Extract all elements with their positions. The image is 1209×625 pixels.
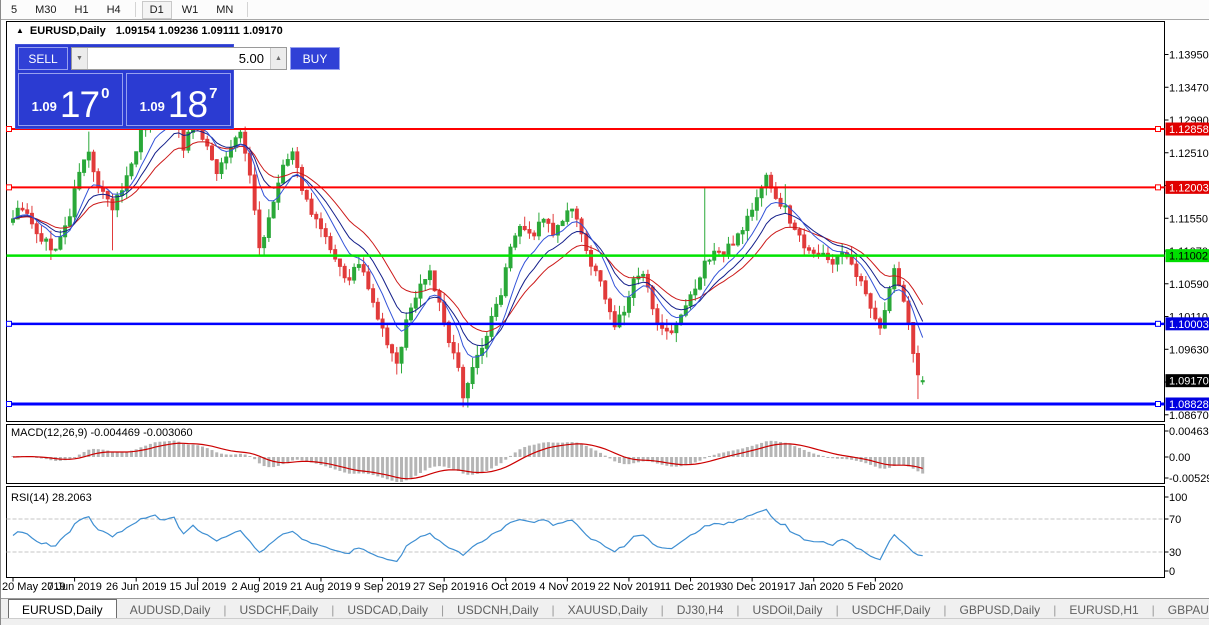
buy-price-big: 18 bbox=[167, 83, 208, 125]
svg-text:1.09630: 1.09630 bbox=[1169, 344, 1209, 356]
chart-tab-gbpusd-daily[interactable]: GBPUSD,Daily bbox=[947, 599, 1054, 620]
svg-text:27 Sep 2019: 27 Sep 2019 bbox=[413, 581, 475, 593]
svg-text:22 Nov 2019: 22 Nov 2019 bbox=[598, 581, 660, 593]
macd-indicator-label: MACD(12,26,9) -0.004469 -0.003060 bbox=[11, 427, 193, 439]
chart-tab-audusd-daily[interactable]: AUDUSD,Daily bbox=[117, 599, 224, 620]
rsi-indicator-label: RSI(14) 28.2063 bbox=[11, 492, 92, 504]
chart-ohlc-values: 1.09154 1.09236 1.09111 1.09170 bbox=[115, 25, 283, 37]
chart-tab-eurusd-h1[interactable]: EURUSD,H1 bbox=[1056, 599, 1151, 620]
timeframe-button-mn[interactable]: MN bbox=[208, 1, 241, 19]
one-click-trading-panel: SELL ▼ ▲ BUY 1.09 17 0 1.09 18 7 bbox=[15, 44, 340, 129]
svg-text:1.11002: 1.11002 bbox=[1169, 251, 1208, 263]
volume-increase-icon[interactable]: ▲ bbox=[270, 48, 286, 69]
price-axis: 1.139501.134701.129901.125101.120301.115… bbox=[1164, 50, 1209, 422]
svg-text:4 Nov 2019: 4 Nov 2019 bbox=[539, 581, 595, 593]
volume-input[interactable] bbox=[88, 48, 270, 69]
buy-price-superscript: 7 bbox=[209, 85, 218, 102]
status-bar bbox=[1, 618, 1209, 625]
svg-text:1.11550: 1.11550 bbox=[1169, 213, 1208, 225]
sell-price-superscript: 0 bbox=[101, 85, 110, 102]
price-level-labels: 1.12858 1.12003 1.11002 1.10003 1.08828 1.091… bbox=[1165, 122, 1209, 411]
sell-price-big: 17 bbox=[59, 83, 100, 125]
chart-tab-usdcnh-daily[interactable]: USDCNH,Daily bbox=[444, 599, 551, 620]
buy-price-prefix: 1.09 bbox=[139, 99, 165, 114]
date-axis: 20 May 20197 Jun 2019 26 Jun 2019 15 Jul 2… bbox=[2, 577, 903, 593]
timeframe-button-w1[interactable]: W1 bbox=[174, 1, 207, 19]
svg-text:16 Oct 2019: 16 Oct 2019 bbox=[476, 581, 536, 593]
svg-text:0.00463: 0.00463 bbox=[1169, 426, 1209, 438]
volume-stepper: ▼ ▲ bbox=[71, 47, 287, 70]
trading-terminal-window: { "toolbar": { "timeframes": ["5", "M30"… bbox=[0, 0, 1209, 625]
svg-text:1.12003: 1.12003 bbox=[1169, 182, 1209, 194]
svg-text:1.09170: 1.09170 bbox=[1169, 376, 1209, 388]
svg-text:11 Dec 2019: 11 Dec 2019 bbox=[660, 581, 722, 593]
chart-tab-usdchf-daily[interactable]: USDCHF,Daily bbox=[227, 599, 332, 620]
chart-tab-usdcad-daily[interactable]: USDCAD,Daily bbox=[334, 599, 441, 620]
svg-text:1.12858: 1.12858 bbox=[1169, 124, 1209, 136]
svg-text:15 Jul 2019: 15 Jul 2019 bbox=[169, 581, 226, 593]
timeframe-button-m30[interactable]: M30 bbox=[27, 1, 64, 19]
toolbar-separator bbox=[134, 2, 136, 17]
svg-text:5 Feb 2020: 5 Feb 2020 bbox=[847, 581, 903, 593]
svg-text:0.00: 0.00 bbox=[1169, 452, 1190, 464]
chart-tab-usdchf-daily[interactable]: USDCHF,Daily bbox=[839, 599, 944, 620]
chart-tab-eurusd-daily[interactable]: EURUSD,Daily bbox=[8, 599, 117, 620]
macd-axis: 0.00463 0.00 -0.005299 bbox=[1164, 426, 1209, 485]
svg-text:30: 30 bbox=[1169, 547, 1181, 559]
svg-text:1.10590: 1.10590 bbox=[1169, 279, 1209, 291]
svg-text:2 Aug 2019: 2 Aug 2019 bbox=[232, 581, 288, 593]
svg-text:21 Aug 2019: 21 Aug 2019 bbox=[290, 581, 352, 593]
svg-text:100: 100 bbox=[1169, 492, 1187, 504]
timeframe-button-h1[interactable]: H1 bbox=[67, 1, 97, 19]
buy-button[interactable]: BUY bbox=[290, 47, 340, 70]
chart-tab-usdoil-daily[interactable]: USDOil,Daily bbox=[740, 599, 836, 620]
sell-price-prefix: 1.09 bbox=[31, 99, 57, 114]
svg-text:-0.005299: -0.005299 bbox=[1169, 473, 1209, 485]
timeframe-button-5[interactable]: 5 bbox=[3, 1, 25, 19]
svg-text:30 Dec 2019: 30 Dec 2019 bbox=[721, 581, 783, 593]
svg-text:26 Jun 2019: 26 Jun 2019 bbox=[106, 581, 167, 593]
timeframe-button-h4[interactable]: H4 bbox=[99, 1, 129, 19]
sell-button[interactable]: SELL bbox=[18, 47, 68, 70]
svg-text:0: 0 bbox=[1169, 566, 1175, 578]
timeframe-toolbar: 5 M30 H1 H4 D1 W1 MN bbox=[1, 0, 1209, 20]
svg-text:1.10003: 1.10003 bbox=[1169, 319, 1209, 331]
collapse-panel-icon[interactable]: ▲ bbox=[16, 26, 24, 35]
chart-tab-gbpaud-h1[interactable]: GBPAUD,H1 bbox=[1155, 599, 1209, 620]
svg-text:1.12510: 1.12510 bbox=[1169, 148, 1209, 160]
svg-text:9 Sep 2019: 9 Sep 2019 bbox=[354, 581, 410, 593]
chart-title: ▲ EURUSD,Daily 1.09154 1.09236 1.09111 1.0… bbox=[16, 25, 283, 37]
timeframe-button-d1[interactable]: D1 bbox=[141, 0, 172, 19]
svg-text:1.08828: 1.08828 bbox=[1169, 399, 1209, 411]
volume-decrease-icon[interactable]: ▼ bbox=[72, 48, 88, 69]
chart-tab-xauusd-daily[interactable]: XAUUSD,Daily bbox=[555, 599, 661, 620]
svg-text:1.08670: 1.08670 bbox=[1169, 410, 1209, 422]
svg-text:1.13950: 1.13950 bbox=[1169, 50, 1209, 62]
toolbar-separator bbox=[247, 2, 249, 17]
svg-text:1.13470: 1.13470 bbox=[1169, 82, 1209, 94]
svg-text:70: 70 bbox=[1169, 514, 1181, 526]
chart-symbol-period: EURUSD,Daily bbox=[29, 25, 106, 37]
symbol-tab-bar: EURUSD,Daily AUDUSD,Daily | USDCHF,Daily | US… bbox=[1, 598, 1209, 620]
svg-text:7 Jun 2019: 7 Jun 2019 bbox=[47, 581, 101, 593]
svg-text:17 Jan 2020: 17 Jan 2020 bbox=[783, 581, 844, 593]
chart-tab-dj30-h4[interactable]: DJ30,H4 bbox=[664, 599, 737, 620]
buy-price-display[interactable]: 1.09 18 7 bbox=[126, 73, 231, 126]
sell-price-display[interactable]: 1.09 17 0 bbox=[18, 73, 123, 126]
